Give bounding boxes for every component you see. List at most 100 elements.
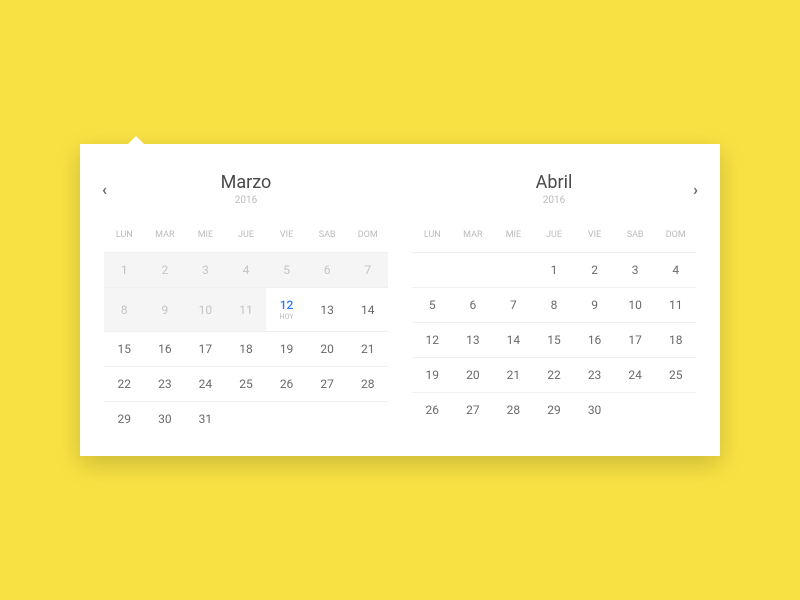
- day-cell[interactable]: 26: [412, 393, 453, 427]
- day-cell[interactable]: 23: [574, 358, 615, 392]
- day-cell[interactable]: 7: [347, 253, 388, 287]
- day-cell[interactable]: 23: [145, 367, 186, 401]
- day-number: 20: [320, 342, 334, 356]
- day-number: 2: [161, 263, 168, 277]
- day-cell[interactable]: 14: [347, 288, 388, 331]
- day-cell[interactable]: 28: [493, 393, 534, 427]
- day-number: 26: [280, 377, 294, 391]
- day-empty: [226, 402, 267, 436]
- day-cell[interactable]: 15: [104, 332, 145, 366]
- weekday-label: DOM: [655, 224, 696, 246]
- day-number: 22: [118, 377, 132, 391]
- day-cell[interactable]: 21: [493, 358, 534, 392]
- day-cell[interactable]: 29: [534, 393, 575, 427]
- day-cell[interactable]: 11: [226, 288, 267, 331]
- day-cell[interactable]: 5: [412, 288, 453, 322]
- day-cell[interactable]: 16: [145, 332, 186, 366]
- month-name: Marzo: [104, 172, 388, 193]
- weeks-grid: 123456789101112HOY1314151617181920212223…: [104, 252, 388, 436]
- day-cell[interactable]: 22: [104, 367, 145, 401]
- month-header: Abril 2016: [412, 172, 696, 206]
- day-number: 17: [628, 333, 642, 347]
- day-number: 19: [426, 368, 440, 382]
- next-month-button[interactable]: ›: [689, 176, 702, 203]
- day-cell[interactable]: 25: [226, 367, 267, 401]
- day-cell[interactable]: 12: [412, 323, 453, 357]
- day-number: 25: [239, 377, 253, 391]
- day-cell[interactable]: 4: [655, 253, 696, 287]
- day-number: 31: [199, 412, 213, 426]
- day-number: 13: [466, 333, 480, 347]
- day-cell[interactable]: 31: [185, 402, 226, 436]
- day-cell[interactable]: 1: [104, 253, 145, 287]
- day-cell[interactable]: 7: [493, 288, 534, 322]
- day-empty: [412, 253, 453, 287]
- day-number: 13: [320, 303, 334, 317]
- day-cell[interactable]: 19: [412, 358, 453, 392]
- day-number: 6: [469, 298, 476, 312]
- day-empty: [453, 253, 494, 287]
- day-cell[interactable]: 10: [185, 288, 226, 331]
- day-cell[interactable]: 8: [104, 288, 145, 331]
- day-cell[interactable]: 3: [185, 253, 226, 287]
- day-cell[interactable]: 19: [266, 332, 307, 366]
- day-cell[interactable]: 9: [145, 288, 186, 331]
- day-number: 12: [280, 298, 294, 312]
- day-cell[interactable]: 22: [534, 358, 575, 392]
- day-cell[interactable]: 14: [493, 323, 534, 357]
- day-cell[interactable]: 15: [534, 323, 575, 357]
- day-cell[interactable]: 1: [534, 253, 575, 287]
- day-cell[interactable]: 5: [266, 253, 307, 287]
- day-cell[interactable]: 6: [453, 288, 494, 322]
- day-cell[interactable]: 16: [574, 323, 615, 357]
- week-row: 2930 31: [104, 401, 388, 436]
- day-empty: [347, 402, 388, 436]
- day-cell[interactable]: 29: [104, 402, 145, 436]
- day-cell[interactable]: 10: [615, 288, 656, 322]
- day-number: 15: [547, 333, 561, 347]
- day-cell[interactable]: 21: [347, 332, 388, 366]
- month-year: 2016: [412, 195, 696, 206]
- month-header: Marzo 2016: [104, 172, 388, 206]
- day-cell[interactable]: 18: [226, 332, 267, 366]
- day-cell[interactable]: 17: [185, 332, 226, 366]
- day-cell[interactable]: 30: [145, 402, 186, 436]
- day-cell[interactable]: 24: [615, 358, 656, 392]
- day-cell[interactable]: 13: [307, 288, 348, 331]
- day-empty: [307, 402, 348, 436]
- day-cell[interactable]: 9: [574, 288, 615, 322]
- day-number: 29: [547, 403, 561, 417]
- day-number: 19: [280, 342, 294, 356]
- month-name: Abril: [412, 172, 696, 193]
- day-cell[interactable]: 30: [574, 393, 615, 427]
- day-number: 16: [158, 342, 172, 356]
- day-number: 27: [466, 403, 480, 417]
- day-cell[interactable]: 11: [655, 288, 696, 322]
- day-cell[interactable]: 28: [347, 367, 388, 401]
- day-number: 30: [588, 403, 602, 417]
- day-cell[interactable]: 12HOY: [266, 288, 307, 331]
- day-cell[interactable]: 17: [615, 323, 656, 357]
- day-cell[interactable]: 20: [307, 332, 348, 366]
- day-number: 22: [547, 368, 561, 382]
- day-cell[interactable]: 26: [266, 367, 307, 401]
- day-cell[interactable]: 6: [307, 253, 348, 287]
- day-cell[interactable]: 20: [453, 358, 494, 392]
- day-cell[interactable]: 2: [145, 253, 186, 287]
- day-cell[interactable]: 4: [226, 253, 267, 287]
- day-cell[interactable]: 8: [534, 288, 575, 322]
- day-number: 10: [628, 298, 642, 312]
- day-number: 7: [364, 263, 371, 277]
- day-number: 15: [118, 342, 132, 356]
- day-cell[interactable]: 24: [185, 367, 226, 401]
- day-cell[interactable]: 2: [574, 253, 615, 287]
- day-cell[interactable]: 25: [655, 358, 696, 392]
- day-cell[interactable]: 18: [655, 323, 696, 357]
- day-number: 3: [202, 263, 209, 277]
- day-cell[interactable]: 3: [615, 253, 656, 287]
- prev-month-button[interactable]: ‹: [98, 176, 111, 203]
- day-number: 11: [669, 298, 683, 312]
- day-cell[interactable]: 27: [453, 393, 494, 427]
- day-cell[interactable]: 27: [307, 367, 348, 401]
- day-cell[interactable]: 13: [453, 323, 494, 357]
